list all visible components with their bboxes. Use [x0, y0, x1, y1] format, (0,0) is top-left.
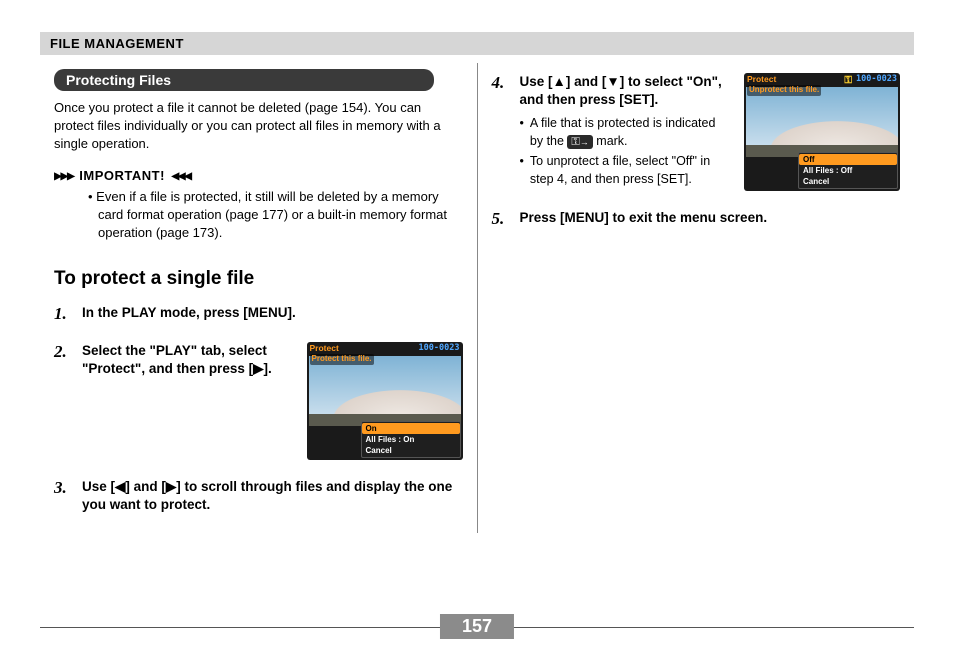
- lcd-title: Protect: [310, 343, 339, 354]
- page-number: 157: [440, 614, 514, 639]
- step-text: Select the "PLAY" tab, select "Protect",…: [82, 342, 295, 378]
- lcd-message: Unprotect this file.: [747, 85, 821, 96]
- lcd-file-number: 100-0023: [856, 74, 897, 85]
- menu-item: Cancel: [799, 176, 897, 187]
- step-1: 1. In the PLAY mode, press [MENU].: [54, 304, 463, 324]
- important-label: IMPORTANT!: [79, 168, 165, 183]
- menu-item: All Files : On: [362, 434, 460, 445]
- menu-item: Cancel: [362, 445, 460, 456]
- menu-item-selected: On: [362, 423, 460, 434]
- key-icon: ⚿→: [567, 135, 592, 149]
- section-title: Protecting Files: [54, 69, 434, 91]
- important-body: Even if a file is protected, it still wi…: [88, 188, 463, 243]
- step-2: 2. Select the "PLAY" tab, select "Protec…: [54, 342, 463, 460]
- chapter-header: FILE MANAGEMENT: [40, 32, 914, 55]
- substep-text: mark.: [596, 134, 627, 148]
- step-text: In the PLAY mode, press [MENU].: [82, 304, 463, 322]
- page-footer: 157: [40, 627, 914, 628]
- two-column-layout: Protecting Files Once you protect a file…: [40, 63, 914, 533]
- camera-screenshot-protect-off: Protect 100-0023 ⚿ Unprotect this file. …: [744, 73, 900, 191]
- step-number: 4.: [492, 73, 512, 93]
- substep-text: To unprotect a file, select "Off" in ste…: [530, 153, 732, 188]
- lcd-menu: Off All Files : Off Cancel: [798, 152, 898, 189]
- left-column: Protecting Files Once you protect a file…: [40, 63, 478, 533]
- step-number: 3.: [54, 478, 74, 498]
- manual-page: FILE MANAGEMENT Protecting Files Once yo…: [0, 0, 954, 646]
- intro-text: Once you protect a file it cannot be del…: [54, 99, 463, 154]
- lcd-file-number: 100-0023: [419, 343, 460, 354]
- right-column: 4. Use [▲] and [▼] to select "On", and t…: [478, 63, 915, 533]
- lcd-menu: On All Files : On Cancel: [361, 421, 461, 458]
- protect-key-icon: ⚿: [844, 74, 852, 88]
- step-3: 3. Use [◀] and [▶] to scroll through fil…: [54, 478, 463, 514]
- step-number: 5.: [492, 209, 512, 229]
- step-substeps: A file that is protected is indicated by…: [520, 115, 733, 188]
- step-number: 2.: [54, 342, 74, 362]
- step-text: Press [MENU] to exit the menu screen.: [520, 209, 901, 227]
- step-4: 4. Use [▲] and [▼] to select "On", and t…: [492, 73, 901, 191]
- arrow-left-icon: ◀◀◀: [171, 168, 190, 184]
- procedure-heading: To protect a single file: [54, 268, 463, 290]
- menu-item-selected: Off: [799, 154, 897, 165]
- step-text: Use [◀] and [▶] to scroll through files …: [82, 478, 463, 514]
- lcd-message: Protect this file.: [310, 354, 374, 365]
- lcd-title: Protect: [747, 74, 776, 85]
- step-5: 5. Press [MENU] to exit the menu screen.: [492, 209, 901, 229]
- important-heading: ▶▶▶ IMPORTANT! ◀◀◀: [54, 168, 463, 184]
- step-number: 1.: [54, 304, 74, 324]
- arrow-right-icon: ▶▶▶: [54, 168, 73, 184]
- menu-item: All Files : Off: [799, 165, 897, 176]
- step-text: Use [▲] and [▼] to select "On", and then…: [520, 73, 733, 109]
- camera-screenshot-protect-on: Protect 100-0023 Protect this file. On A…: [307, 342, 463, 460]
